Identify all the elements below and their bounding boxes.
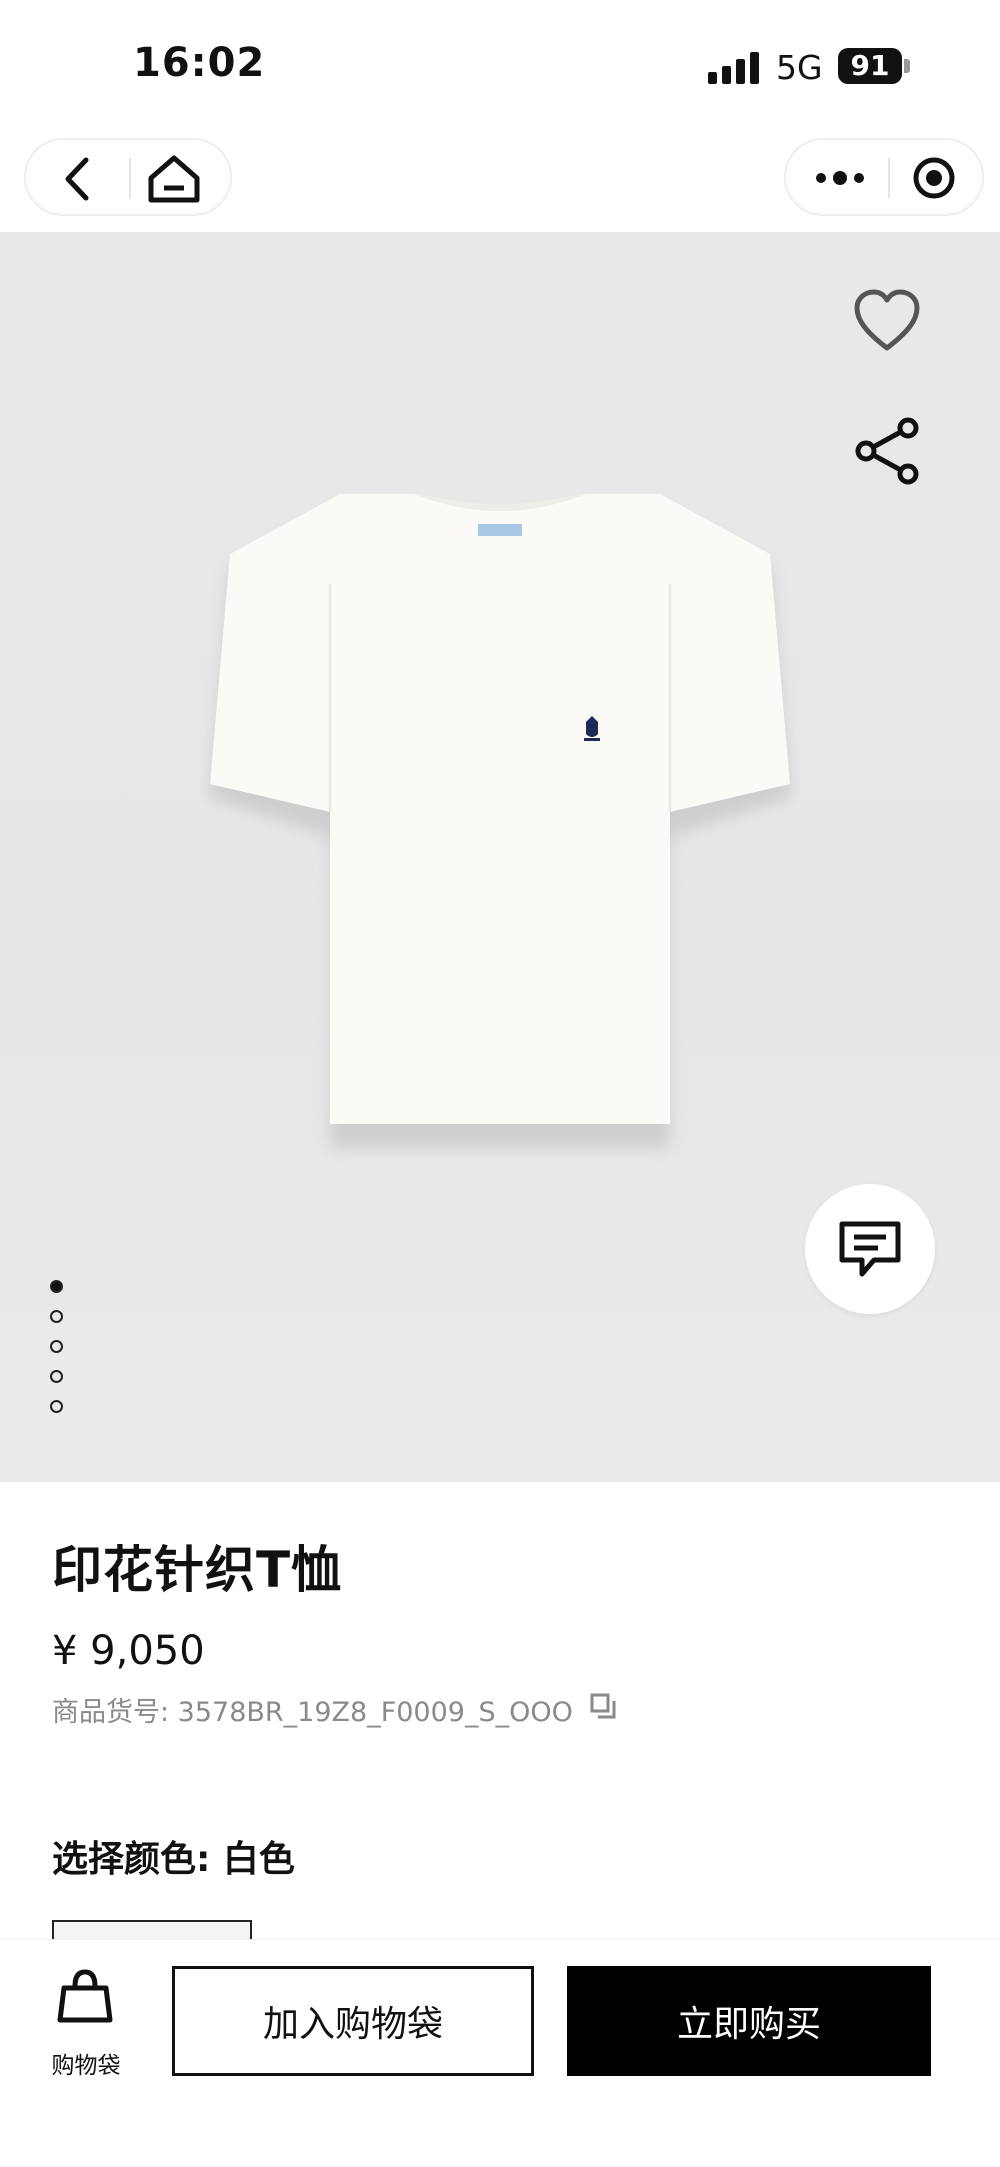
product-sku: 商品货号: 3578BR_19Z8_F0009_S_OOO: [52, 1697, 573, 1728]
signal-icon: [708, 52, 760, 84]
heart-icon: [854, 289, 920, 351]
slide-dot[interactable]: [50, 1280, 63, 1293]
status-bar: 16:02 5G 91: [0, 0, 1000, 130]
shopping-bag-icon: [57, 1969, 113, 2023]
battery-icon: 91: [838, 48, 902, 84]
share-button[interactable]: [852, 416, 922, 486]
nav-divider: [888, 158, 890, 198]
copy-icon: [590, 1693, 616, 1719]
slide-indicator: [50, 1280, 64, 1430]
battery-tip: [904, 59, 910, 73]
more-button[interactable]: [812, 154, 868, 202]
product-title: 印花针织T恤: [52, 1541, 343, 1599]
add-to-bag-button[interactable]: 加入购物袋: [172, 1966, 534, 2076]
close-app-button[interactable]: [910, 154, 958, 202]
slide-dot[interactable]: [50, 1340, 63, 1353]
chat-icon: [839, 1221, 901, 1277]
nav-divider: [129, 158, 131, 198]
product-image: [210, 494, 790, 1148]
buy-now-button[interactable]: 立即购买: [567, 1966, 931, 2076]
nav-capsule-right: [784, 138, 984, 216]
slide-dot[interactable]: [50, 1310, 63, 1323]
color-label: 选择颜色: 白色: [52, 1839, 295, 1880]
product-gallery[interactable]: [0, 232, 1000, 1482]
status-time: 16:02: [133, 40, 266, 86]
home-icon: [148, 155, 200, 203]
network-type: 5G: [776, 48, 823, 87]
slide-dot[interactable]: [50, 1370, 63, 1383]
share-icon: [855, 417, 919, 485]
favorite-button[interactable]: [852, 288, 922, 354]
home-button[interactable]: [146, 152, 202, 206]
bottom-action-bar: 购物袋 加入购物袋 立即购买: [0, 1940, 1000, 2167]
slide-dot[interactable]: [50, 1400, 63, 1413]
more-dots-icon: [816, 171, 864, 185]
back-button[interactable]: [54, 154, 104, 204]
nav-capsule-left: [24, 138, 232, 216]
target-icon: [913, 157, 955, 199]
chevron-left-icon: [65, 157, 89, 201]
copy-sku-button[interactable]: [589, 1692, 617, 1720]
shopping-bag-tab[interactable]: 购物袋: [40, 1968, 132, 2088]
product-price: ¥ 9,050: [52, 1628, 205, 1674]
shopping-bag-label: 购物袋: [51, 2053, 121, 2079]
chat-button[interactable]: [805, 1184, 935, 1314]
